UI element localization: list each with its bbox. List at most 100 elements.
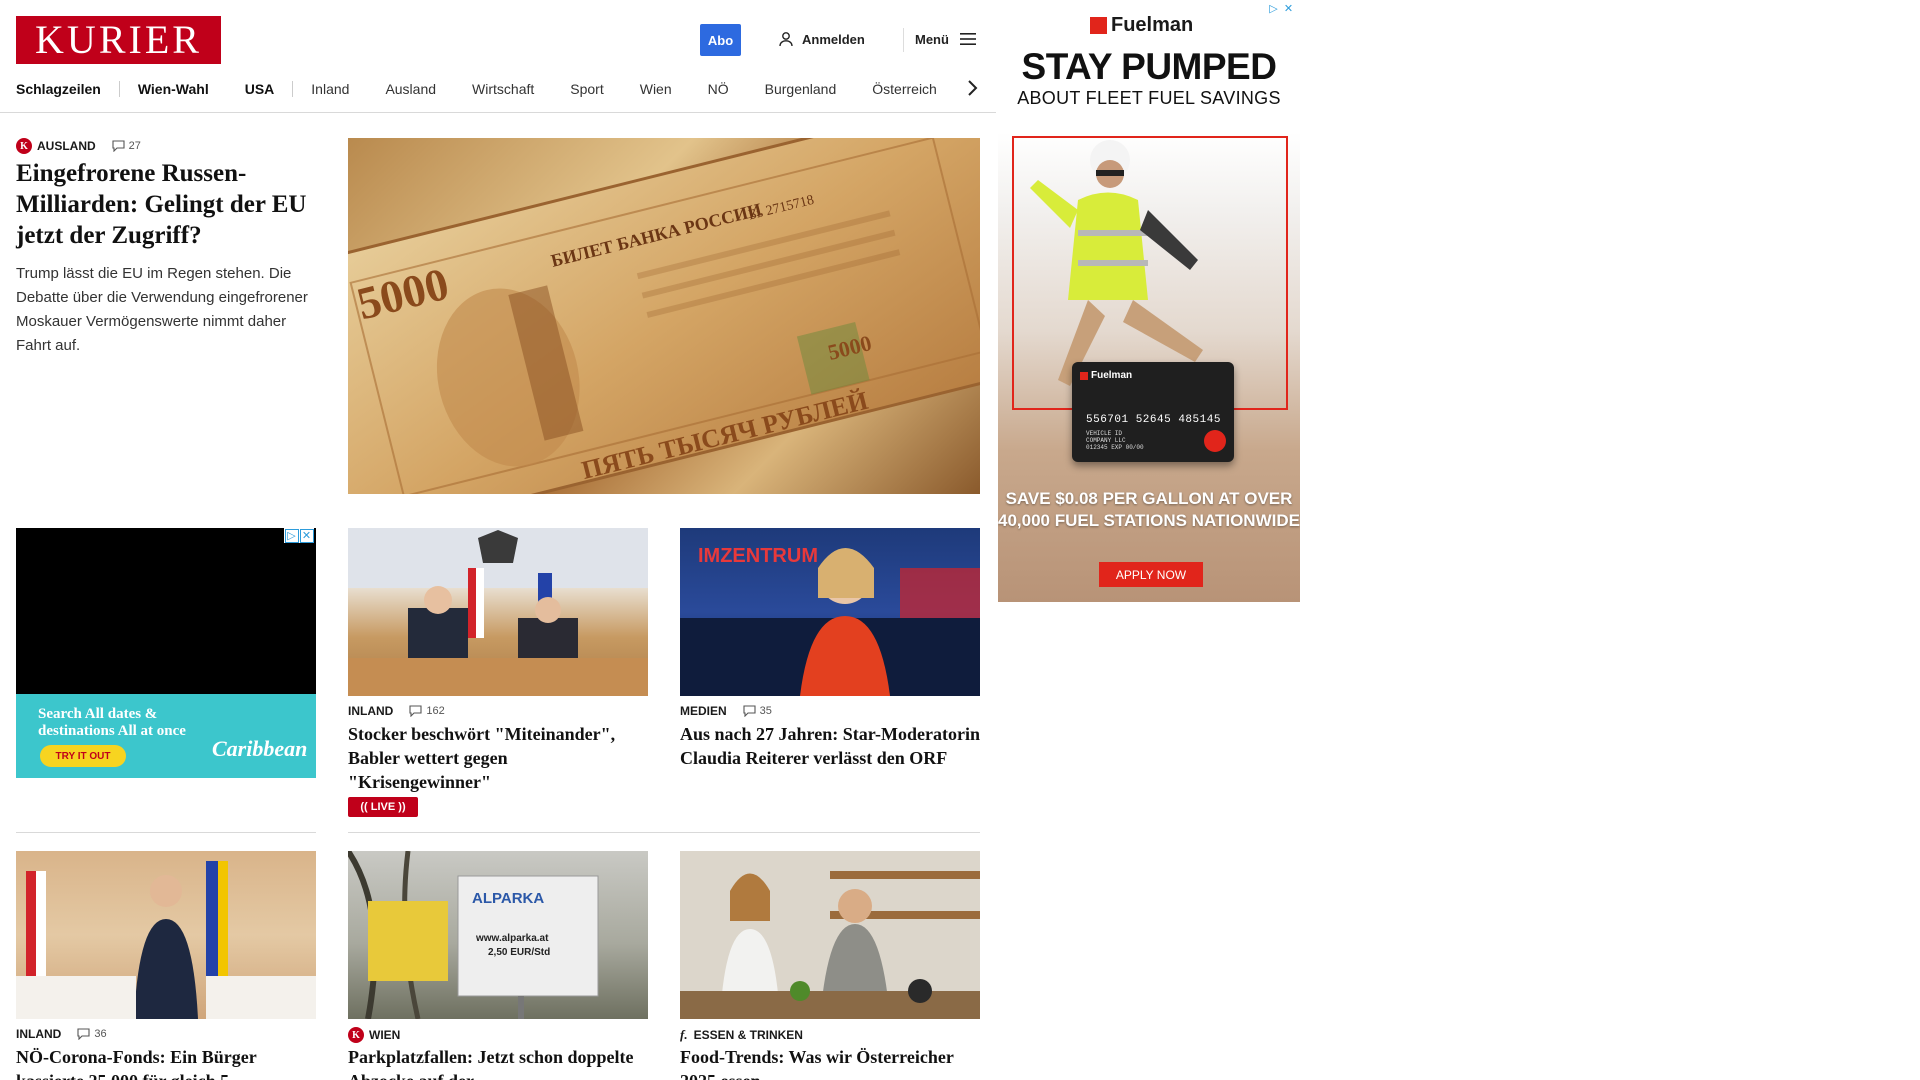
header-divider (903, 28, 904, 52)
parking-sign-illustration: ALPARKA www.alparka.at 2,50 EUR/Std (348, 851, 599, 1019)
fuel-card-details: VEHICLE ID COMPANY LLC 012345 EXP 00/00 (1086, 430, 1144, 451)
fuelman-logo-mark-icon (1090, 17, 1107, 34)
nav-item-inland[interactable]: Inland (311, 81, 349, 97)
nav-divider (118, 81, 120, 97)
fuel-card-brand: Fuelman (1080, 370, 1132, 381)
ad-close-icon[interactable]: ✕ (299, 528, 314, 543)
essen-trinken-logo-icon: f. (680, 1027, 688, 1042)
ad-subheadline: ABOUT FLEET FUEL SAVINGS (1017, 88, 1281, 108)
menu-label: Menü (915, 31, 949, 47)
fuelman-card-mark-icon (1080, 371, 1088, 380)
press-conference-illustration (16, 861, 316, 1019)
row-divider (348, 832, 980, 833)
ad-try-button[interactable]: TRY IT OUT (40, 745, 126, 767)
user-icon (779, 32, 793, 47)
lead-category[interactable]: AUSLAND (37, 139, 96, 153)
nav-item-wien[interactable]: Wien (640, 81, 672, 97)
lead-meta: K AUSLAND 27 (16, 138, 141, 154)
nav-item-ausland[interactable]: Ausland (385, 81, 436, 97)
card-headline[interactable]: Stocker beschwört "Miteinander", Babler … (348, 722, 648, 794)
card-comment-number: 36 (94, 1028, 107, 1040)
nav-item-sport[interactable]: Sport (570, 81, 603, 97)
fuelman-brand-text: Fuelman (1111, 14, 1194, 36)
parking-sign-price: 2,50 EUR/Std (488, 947, 550, 958)
card-meta: INLAND 162 (348, 704, 445, 718)
ad-text: Search All dates & destinations All at o… (38, 706, 186, 739)
ad-info-icon[interactable]: ▷ (1267, 2, 1281, 16)
card-meta: INLAND 36 (16, 1027, 107, 1041)
kurier-plus-badge-icon: K (16, 138, 32, 154)
nav-item-schlagzeilen[interactable]: Schlagzeilen (16, 81, 101, 97)
card-category[interactable]: ESSEN & TRINKEN (694, 1028, 803, 1042)
card-headline[interactable]: NÖ-Corona-Fonds: Ein Bürger kassierte 25… (16, 1045, 316, 1080)
hamburger-icon (959, 33, 976, 45)
card-comment-count[interactable]: 36 (77, 1028, 107, 1040)
card-comment-number: 162 (426, 705, 445, 717)
comment-icon (112, 140, 125, 152)
nav-item-oesterreich[interactable]: Österreich (872, 81, 937, 97)
parking-sign-brand: ALPARKA (472, 890, 544, 907)
comment-icon (77, 1028, 90, 1040)
card-category[interactable]: INLAND (348, 704, 393, 718)
card-headline[interactable]: Food-Trends: Was wir Österreicher 2025 e… (680, 1045, 980, 1080)
fuel-card-seal-icon (1204, 430, 1226, 452)
lead-comment-number: 27 (128, 140, 141, 152)
abo-button[interactable]: Abo (700, 24, 741, 56)
fuelman-logo: Fuelman (1090, 14, 1193, 37)
nav-divider-line (0, 112, 996, 113)
card-category[interactable]: WIEN (369, 1028, 400, 1042)
card-image-press-conference[interactable] (16, 851, 316, 1019)
nav-item-wien-wahl[interactable]: Wien-Wahl (138, 81, 209, 97)
comment-icon (409, 705, 422, 717)
card-category[interactable]: MEDIEN (680, 704, 727, 718)
card-category[interactable]: INLAND (16, 1027, 61, 1041)
nav-item-wirtschaft[interactable]: Wirtschaft (472, 81, 534, 97)
ad-apply-button[interactable]: APPLY NOW (1099, 562, 1203, 587)
kurier-logo[interactable]: KURIER (16, 16, 221, 64)
cooking-couple-illustration (680, 851, 980, 1019)
ad-headline: STAY PUMPED (1021, 46, 1277, 87)
ad-choices[interactable]: ▷ ✕ (284, 528, 314, 543)
lead-comment-count[interactable]: 27 (112, 140, 141, 152)
ruble-banknotes-illustration: 5000 БИЛЕТ БАНКА РОССИИ Бь 2715718 ПЯТЬ … (348, 138, 980, 494)
fuel-card-line: 012345 EXP 00/00 (1086, 444, 1144, 451)
card-comment-number: 35 (759, 705, 772, 717)
lead-headline[interactable]: Eingefrorene Russen-Milliarden: Gelingt … (16, 158, 321, 251)
comment-icon (743, 705, 756, 717)
ad-brand-logo: Caribbean (212, 736, 308, 761)
ad-savings-text: SAVE $0.08 PER GALLON AT OVER 40,000 FUE… (998, 489, 1300, 530)
fuel-card-line: COMPANY LLC (1086, 437, 1126, 444)
card-image-cooking[interactable] (680, 851, 980, 1019)
login-button[interactable]: Anmelden (778, 31, 865, 47)
card-comment-count[interactable]: 35 (743, 705, 772, 717)
fuel-card-line: VEHICLE ID (1086, 430, 1123, 437)
live-badge: (( LIVE )) (348, 797, 418, 817)
advertisement-caribbean[interactable]: Search All dates & destinations All at o… (16, 528, 316, 778)
nav-item-noe[interactable]: NÖ (708, 81, 729, 97)
card-image-parliament[interactable] (348, 528, 648, 696)
tv-studio-illustration: IMZENTRUM (680, 545, 980, 696)
lead-image-rubles[interactable]: 5000 БИЛЕТ БАНКА РОССИИ Бь 2715718 ПЯТЬ … (348, 138, 980, 494)
advertisement-fuelman[interactable]: Fuelman STAY PUMPED ABOUT FLEET FUEL SAV… (998, 0, 1300, 602)
card-headline[interactable]: Parkplatzfallen: Jetzt schon doppelte Ab… (348, 1045, 648, 1080)
card-meta: K WIEN (348, 1027, 400, 1043)
fuel-card-brand-text: Fuelman (1091, 370, 1133, 381)
ad-info-icon[interactable]: ▷ (284, 528, 299, 543)
card-image-im-zentrum[interactable]: IMZENTRUM (680, 528, 980, 696)
card-comment-count[interactable]: 162 (409, 705, 445, 717)
nav-item-usa[interactable]: USA (245, 81, 275, 97)
nav-item-burgenland[interactable]: Burgenland (765, 81, 837, 97)
fuel-card-illustration: Fuelman 556701 52645 485145 VEHICLE ID C… (1072, 362, 1234, 462)
ad-close-icon[interactable]: ✕ (1282, 2, 1296, 16)
row-divider (16, 832, 316, 833)
card-image-parking-sign[interactable]: ALPARKA www.alparka.at 2,50 EUR/Std (348, 851, 648, 1019)
menu-button[interactable]: Menü (915, 31, 977, 47)
ad-choices[interactable]: ▷ ✕ (1266, 1, 1296, 16)
parliament-illustration (348, 528, 648, 696)
lead-teaser[interactable]: Trump lässt die EU im Regen stehen. Die … (16, 262, 321, 358)
chevron-right-icon[interactable] (965, 78, 981, 98)
card-meta: f. ESSEN & TRINKEN (680, 1027, 803, 1043)
kurier-plus-badge-icon: K (348, 1027, 364, 1043)
card-headline[interactable]: Aus nach 27 Jahren: Star-Moderatorin Cla… (680, 722, 980, 770)
card-meta: MEDIEN 35 (680, 704, 772, 718)
